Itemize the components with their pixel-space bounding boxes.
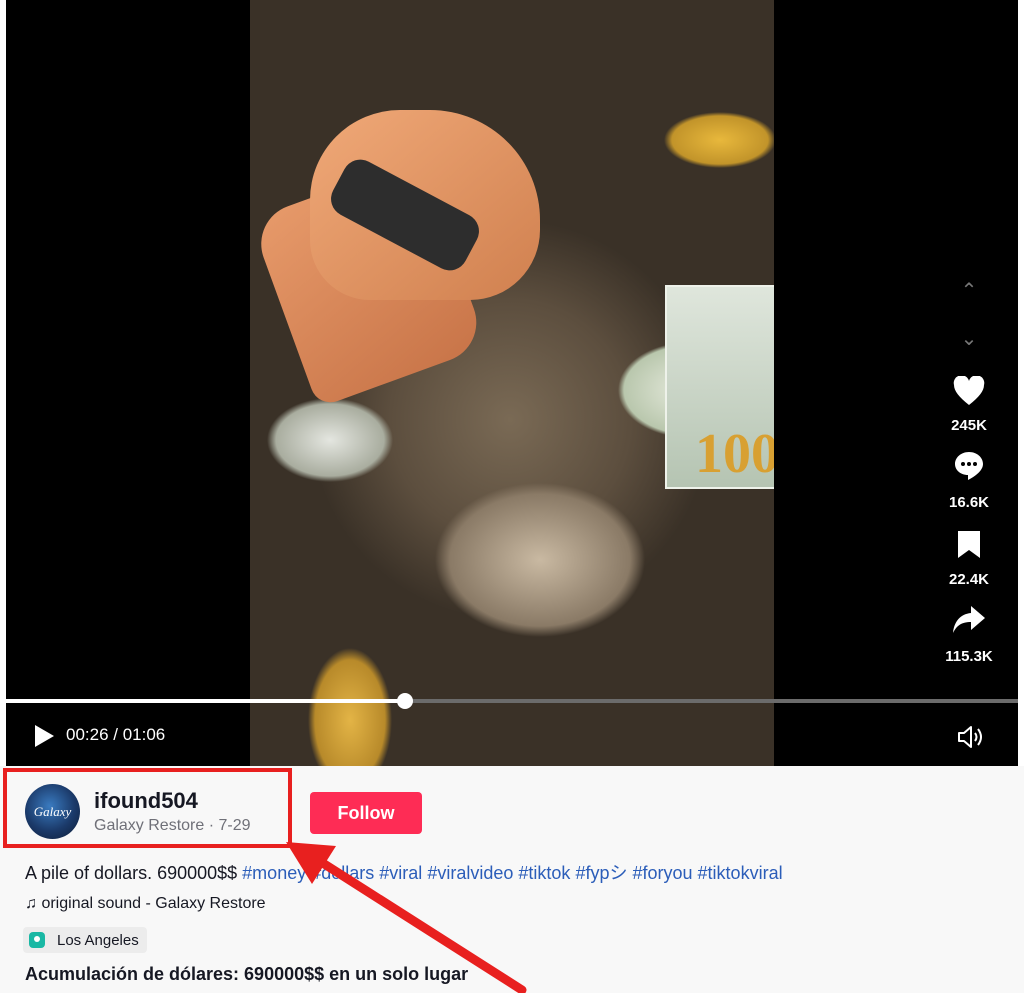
bookmark-count: 22.4K bbox=[948, 571, 990, 588]
video-frame[interactable]: 100 bbox=[250, 0, 774, 766]
video-dollar-bill: 100 bbox=[665, 285, 774, 489]
like-count: 245K bbox=[951, 417, 987, 434]
comment-icon[interactable] bbox=[946, 450, 992, 487]
secondary-title: Acumulación de dólares: 690000$$ en un s… bbox=[25, 964, 469, 984]
sound-label: original sound - Galaxy Restore bbox=[41, 895, 266, 912]
progress-fill bbox=[6, 699, 405, 703]
hashtag-link[interactable]: #viral bbox=[379, 863, 422, 883]
play-icon[interactable] bbox=[32, 724, 56, 748]
hashtag-link[interactable]: #tiktokviral bbox=[698, 863, 783, 883]
caption-text: A pile of dollars. 690000$$ bbox=[25, 863, 243, 883]
post-caption: A pile of dollars. 690000$$ #money #doll… bbox=[25, 859, 783, 885]
duration: 01:06 bbox=[122, 725, 166, 744]
hashtag-link[interactable]: #fypシ bbox=[575, 863, 627, 883]
annotation-highlight-box bbox=[3, 768, 292, 848]
next-video-chevron-down-icon[interactable]: ⌄ bbox=[946, 326, 992, 351]
bookmark-icon[interactable] bbox=[946, 529, 992, 564]
comment-count: 16.6K bbox=[948, 494, 990, 511]
progress-scrubber-handle[interactable] bbox=[396, 693, 413, 709]
playback-time: 00:26 / 01:06 bbox=[66, 725, 165, 745]
follow-button[interactable]: Follow bbox=[310, 792, 422, 834]
location-chip[interactable]: Los Angeles bbox=[23, 927, 147, 953]
video-player[interactable]: 100 bbox=[6, 0, 1018, 766]
hashtag-link[interactable]: #dollars bbox=[311, 863, 374, 883]
sound-link[interactable]: ♫ original sound - Galaxy Restore bbox=[25, 895, 266, 913]
location-pin-icon bbox=[29, 932, 45, 948]
share-arrow-icon[interactable] bbox=[946, 605, 992, 640]
progress-bar[interactable] bbox=[6, 693, 1018, 709]
time-separator: / bbox=[108, 725, 123, 744]
location-label: Los Angeles bbox=[57, 931, 139, 949]
hashtag-link[interactable]: #tiktok bbox=[518, 863, 570, 883]
volume-icon[interactable] bbox=[956, 724, 986, 750]
previous-video-chevron-up-icon[interactable]: ⌃ bbox=[946, 278, 992, 303]
share-count: 115.3K bbox=[945, 648, 993, 665]
like-heart-icon[interactable] bbox=[946, 375, 992, 411]
bill-number: 100 bbox=[695, 423, 774, 485]
hashtag-link[interactable]: #money bbox=[242, 863, 306, 883]
current-time: 00:26 bbox=[66, 725, 109, 744]
hashtag-link[interactable]: #foryou bbox=[632, 863, 692, 883]
music-note-icon: ♫ bbox=[25, 895, 37, 912]
hashtag-link[interactable]: #viralvideo bbox=[427, 863, 513, 883]
